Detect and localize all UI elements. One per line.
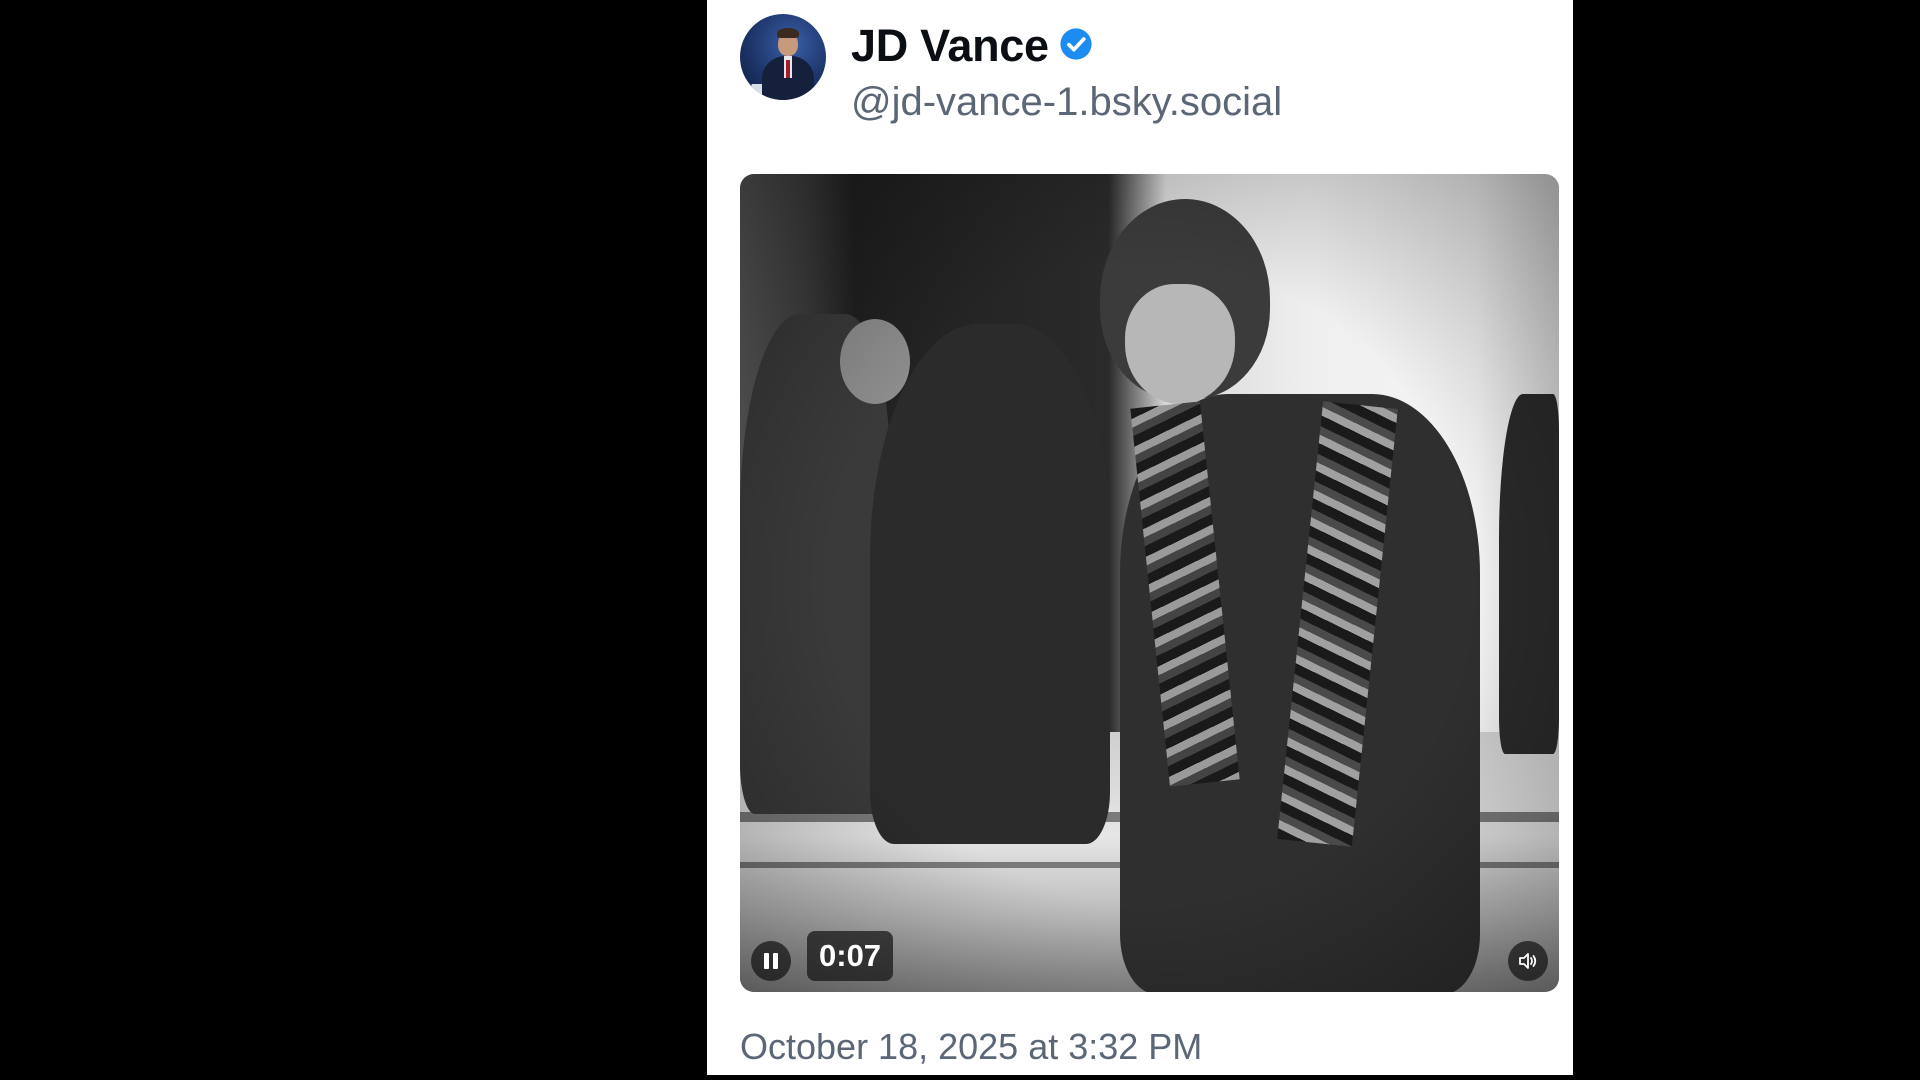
- video-elapsed-time: 0:07: [807, 931, 894, 981]
- pause-icon: [773, 953, 778, 969]
- author-handle[interactable]: @jd-vance-1.bsky.social: [851, 80, 1282, 125]
- author-display-name[interactable]: JD Vance: [851, 20, 1049, 72]
- volume-icon: [1519, 953, 1537, 969]
- video-frame-vignette: [740, 174, 1559, 992]
- avatar-tie: [786, 60, 790, 78]
- pause-button[interactable]: [751, 941, 791, 981]
- author-name-row: JD Vance: [851, 18, 1093, 74]
- volume-button[interactable]: [1508, 941, 1548, 981]
- post-card: JD Vance @jd-vance-1.bsky.social 0:07 Oc…: [707, 0, 1573, 1075]
- avatar[interactable]: [740, 14, 826, 100]
- verified-badge-icon: [1060, 28, 1092, 60]
- screen: JD Vance @jd-vance-1.bsky.social 0:07 Oc…: [0, 0, 1920, 1080]
- post-timestamp[interactable]: October 18, 2025 at 3:32 PM: [740, 1026, 1202, 1068]
- pause-icon: [764, 953, 769, 969]
- video-player[interactable]: 0:07: [740, 174, 1559, 992]
- avatar-hair: [777, 28, 799, 38]
